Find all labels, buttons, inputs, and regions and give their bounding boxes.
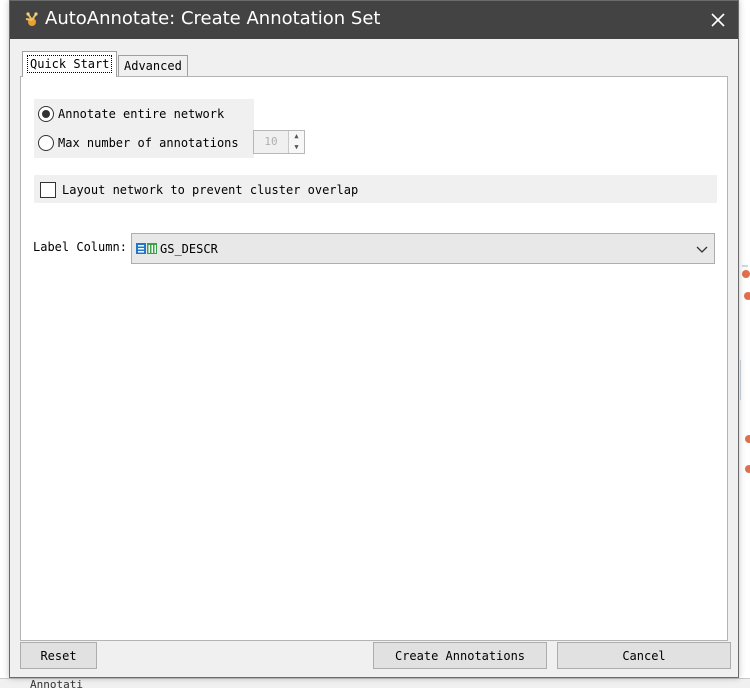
create-annotations-button[interactable]: Create Annotations xyxy=(373,642,547,669)
background-edge-line xyxy=(742,265,748,267)
tab-advanced[interactable]: Advanced xyxy=(118,55,188,77)
title-bar: AutoAnnotate: Create Annotation Set xyxy=(10,1,738,39)
dialog-title: AutoAnnotate: Create Annotation Set xyxy=(45,8,381,29)
background-network-node xyxy=(745,465,750,473)
layout-network-checkbox[interactable] xyxy=(40,182,56,198)
background-edge-line xyxy=(740,360,741,400)
layout-network-label: Layout network to prevent cluster overla… xyxy=(62,183,359,197)
annotate-entire-label: Annotate entire network xyxy=(58,107,225,121)
autoannotate-logo-icon xyxy=(25,12,38,26)
background-network-node xyxy=(744,292,750,300)
max-annotations-value[interactable]: 10 xyxy=(254,131,288,153)
create-annotation-set-dialog: AutoAnnotate: Create Annotation Set Quic… xyxy=(9,0,739,678)
background-network-node xyxy=(742,270,750,278)
spinner-down-icon[interactable]: ▼ xyxy=(289,142,304,153)
quick-start-panel: Annotate entire network Max number of an… xyxy=(20,76,728,641)
cancel-button[interactable]: Cancel xyxy=(557,642,731,669)
background-tab-label: Annotati xyxy=(30,678,83,691)
close-button[interactable] xyxy=(698,1,738,39)
layout-network-option[interactable]: Layout network to prevent cluster overla… xyxy=(40,181,358,199)
chevron-down-icon xyxy=(696,246,708,253)
tab-advanced-label: Advanced xyxy=(124,59,182,73)
annotate-entire-radio[interactable] xyxy=(38,106,54,122)
spinner-arrows: ▲ ▼ xyxy=(288,131,304,153)
tab-quick-start[interactable]: Quick Start xyxy=(22,51,118,77)
close-icon xyxy=(711,13,725,27)
annotate-entire-network-option[interactable]: Annotate entire network xyxy=(38,105,224,123)
max-annotations-radio[interactable] xyxy=(38,135,54,151)
background-network-node xyxy=(745,435,750,443)
label-column-value: GS_DESCR xyxy=(160,241,218,256)
max-annotations-label: Max number of annotations xyxy=(58,136,239,150)
string-column-icon xyxy=(136,243,157,254)
max-annotations-spinner[interactable]: 10 ▲ ▼ xyxy=(253,130,305,154)
max-annotations-option[interactable]: Max number of annotations xyxy=(38,134,239,152)
label-column-dropdown[interactable]: GS_DESCR xyxy=(131,233,715,264)
background-app-edge xyxy=(738,0,750,688)
tab-quick-start-label: Quick Start xyxy=(27,55,113,73)
spinner-up-icon[interactable]: ▲ xyxy=(289,131,304,142)
reset-button[interactable]: Reset xyxy=(20,642,97,669)
label-column-label: Label Column: xyxy=(33,240,127,254)
background-app-bottom xyxy=(0,678,750,688)
radio-selected-dot xyxy=(42,110,50,118)
